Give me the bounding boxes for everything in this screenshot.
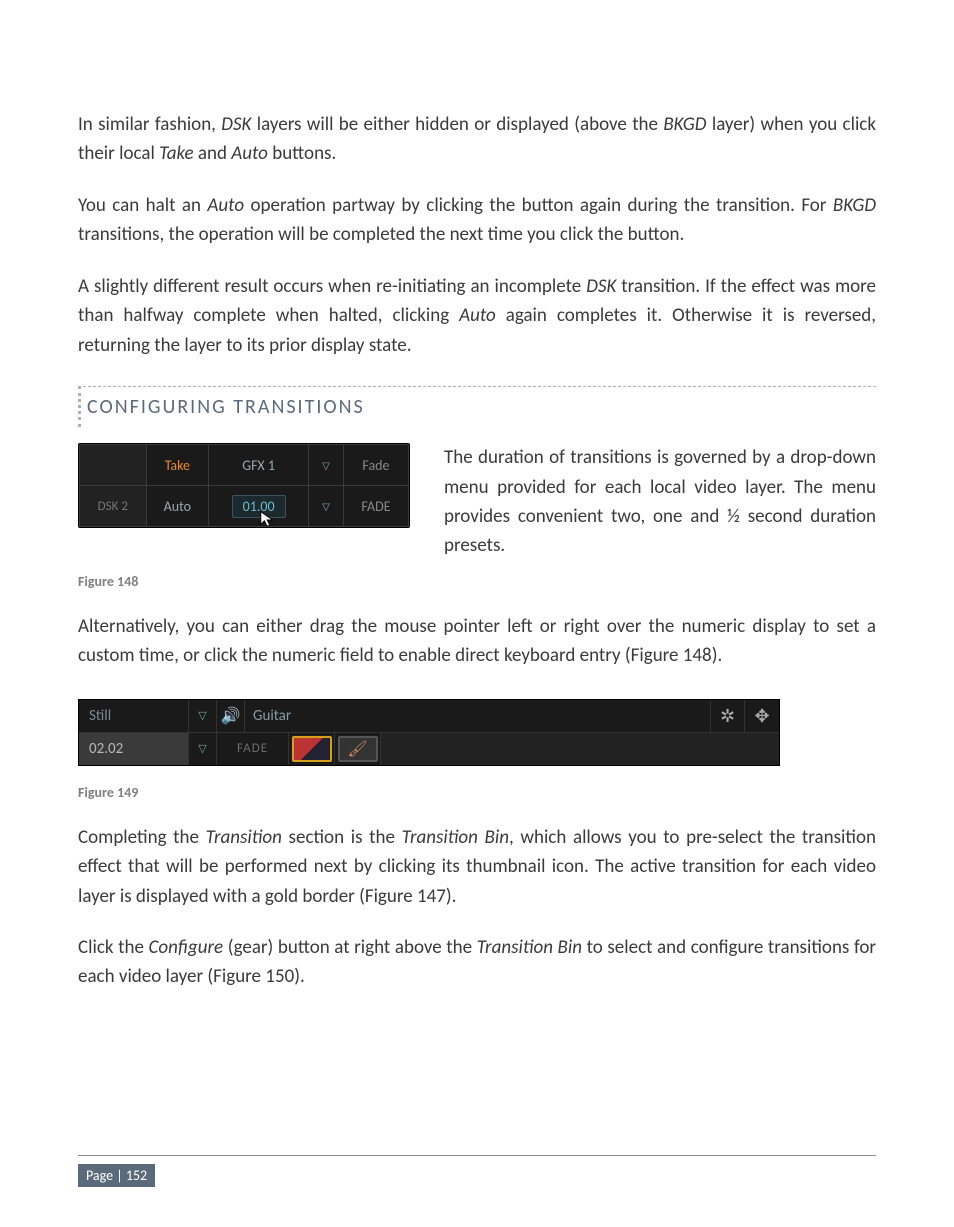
duration-field[interactable]: 01.00	[209, 486, 309, 527]
move-icon[interactable]: ✥	[745, 700, 779, 732]
text: In similar fashion,	[78, 113, 221, 136]
text: buttons.	[268, 142, 336, 165]
dropdown-icon[interactable]: ▽	[189, 733, 217, 765]
gear-icon[interactable]: ✲	[711, 700, 745, 732]
italic-transition-bin: Transition Bin	[402, 826, 509, 849]
transition-thumbnail[interactable]: 🖌	[335, 733, 381, 765]
section-heading-box: CONFIGURING TRANSITIONS	[78, 386, 876, 427]
text: and	[194, 142, 232, 165]
figure-149-image: Still ▽ 🔊 Guitar ✲ ✥ 02.02 ▽ FADE 🖌	[78, 699, 780, 766]
fade-label: FADE	[217, 733, 289, 765]
italic-bkgd: BKGD	[833, 194, 876, 217]
italic-auto: Auto	[207, 194, 244, 217]
italic-dsk: DSK	[221, 113, 251, 136]
italic-transition: Transition	[206, 826, 282, 849]
italic-bkgd: BKGD	[663, 113, 706, 136]
audio-icon[interactable]: 🔊	[217, 700, 245, 732]
text: section is the	[282, 826, 402, 849]
dropdown-icon[interactable]: ▽	[309, 445, 344, 486]
text: Completing the	[78, 826, 206, 849]
fade-label: Fade	[343, 445, 408, 486]
italic-transition-bin: Transition Bin	[477, 936, 582, 959]
dropdown-icon[interactable]: ▽	[309, 486, 344, 527]
text: operation partway by clicking the button…	[244, 194, 833, 217]
dsk2-label: DSK 2	[80, 486, 147, 527]
footer-rule	[78, 1155, 876, 1156]
paragraph-2: You can halt an Auto operation partway b…	[78, 191, 876, 250]
figure-148-image: Take GFX 1 ▽ Fade DSK 2 Auto 01.00 ▽ FA	[78, 443, 410, 528]
text: layers will be either hidden or displaye…	[251, 113, 663, 136]
still-label: Still	[79, 700, 189, 732]
text: Click the	[78, 936, 149, 959]
paragraph-6: Completing the Transition section is the…	[78, 823, 876, 911]
duration-field[interactable]: 02.02	[79, 733, 189, 765]
text: (gear) button at right above the	[223, 936, 477, 959]
italic-take: Take	[159, 142, 194, 165]
page-footer: Page | 152	[78, 1127, 876, 1187]
cursor-icon	[259, 510, 277, 528]
italic-dsk: DSK	[586, 275, 616, 298]
gfx-source-label[interactable]: GFX 1	[209, 445, 309, 486]
paragraph-5: Alternatively, you can either drag the m…	[78, 612, 876, 671]
paragraph-3: A slightly different result occurs when …	[78, 272, 876, 360]
paragraph-7: Click the Configure (gear) button at rig…	[78, 933, 876, 992]
italic-configure: Configure	[149, 936, 224, 959]
auto-button[interactable]: Auto	[146, 486, 209, 527]
source-title: Guitar	[245, 700, 711, 732]
brush-icon: 🖌	[338, 736, 378, 762]
fig148-empty-cell	[80, 445, 147, 486]
take-button[interactable]: Take	[146, 445, 209, 486]
page-number: Page | 152	[78, 1164, 155, 1187]
text: You can halt an	[78, 194, 207, 217]
dropdown-icon[interactable]: ▽	[189, 700, 217, 732]
transition-thumbnail-active[interactable]	[289, 733, 335, 765]
transition-bin-empty	[381, 733, 779, 765]
paragraph-1: In similar fashion, DSK layers will be e…	[78, 110, 876, 169]
text: transitions, the operation will be compl…	[78, 223, 684, 246]
figure-148-caption: Figure 148	[78, 573, 876, 590]
italic-auto: Auto	[231, 142, 268, 165]
italic-auto: Auto	[459, 304, 496, 327]
fade-button[interactable]: FADE	[343, 486, 408, 527]
section-heading: CONFIGURING TRANSITIONS	[87, 395, 365, 419]
text: A slightly different result occurs when …	[78, 275, 586, 298]
paragraph-4: The duration of transitions is governed …	[444, 443, 876, 561]
figure-149-caption: Figure 149	[78, 784, 876, 801]
